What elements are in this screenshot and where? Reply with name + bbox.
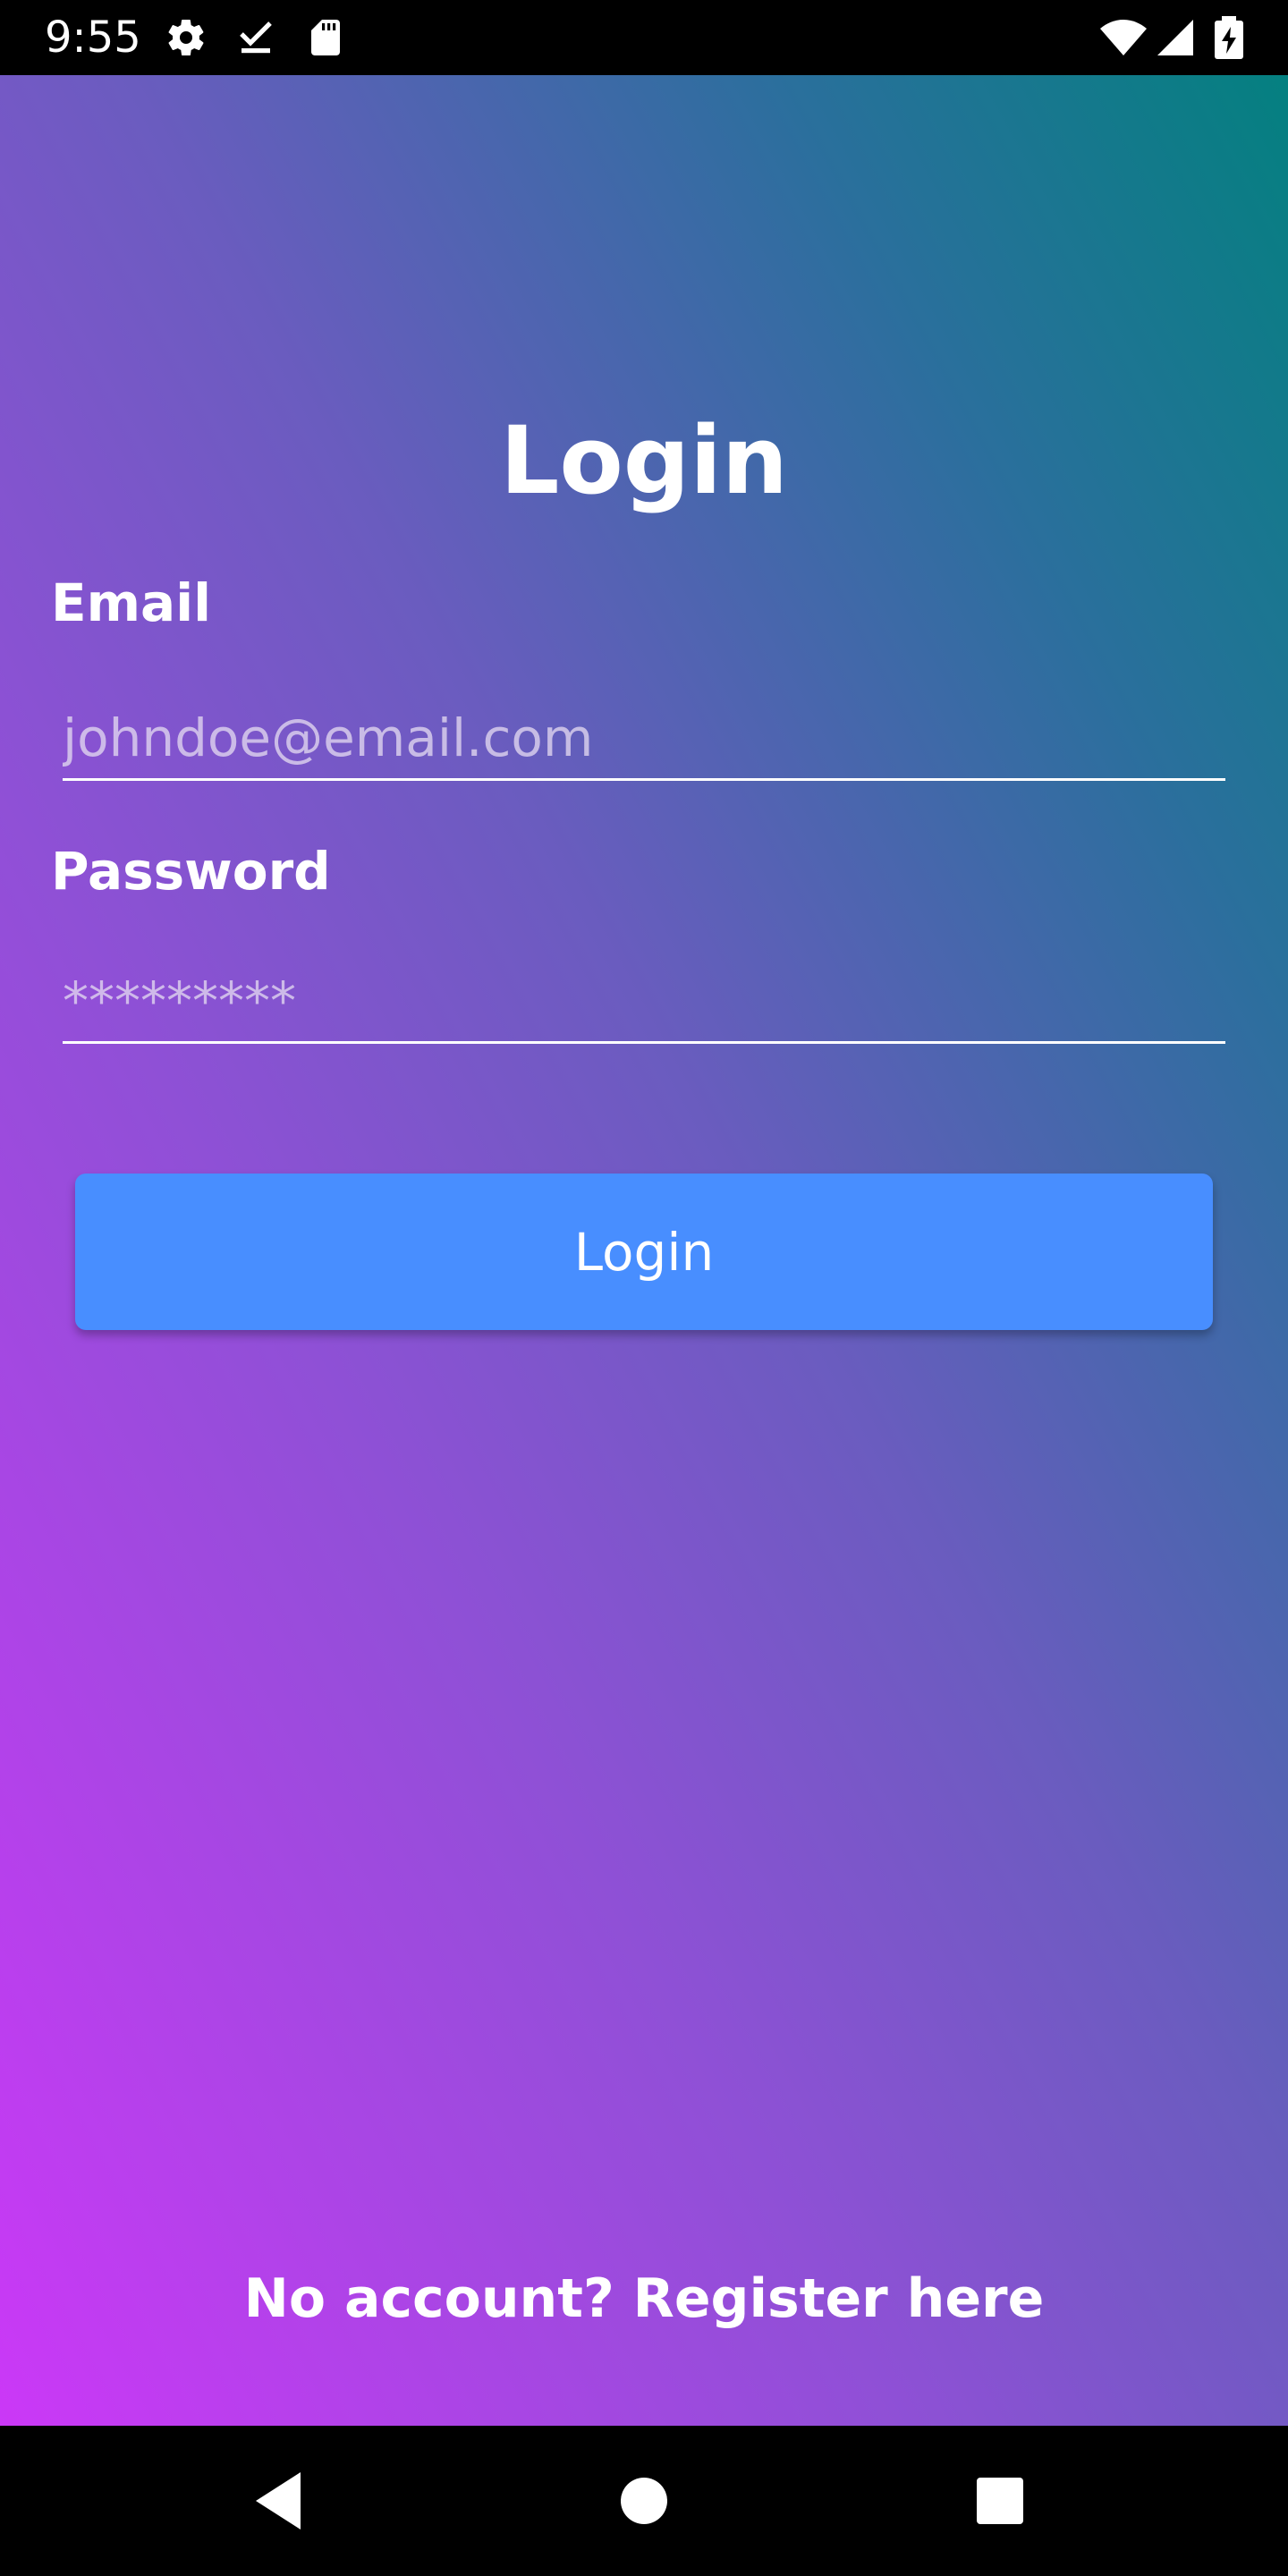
login-screen: 9:55 Login Email Password Login No accou… [0,0,1288,2576]
status-bar: 9:55 [0,0,1288,75]
password-label: Password [51,841,331,902]
page-title: Login [500,406,788,515]
wifi-icon [1098,16,1148,59]
cell-signal-icon [1154,16,1197,59]
gear-icon [165,16,208,59]
home-icon[interactable] [608,2465,680,2537]
recents-icon[interactable] [964,2465,1036,2537]
email-label: Email [51,572,211,633]
status-time: 9:55 [45,13,141,63]
sd-card-icon [304,16,347,59]
email-field[interactable] [63,698,1225,781]
battery-charging-icon [1213,16,1245,59]
password-field[interactable] [63,961,1225,1044]
login-form: Login Email Password Login No account? R… [0,75,1288,2426]
back-icon[interactable] [247,2465,318,2537]
download-done-icon [234,16,277,59]
login-button[interactable]: Login [75,1174,1213,1330]
navigation-bar [0,2426,1288,2576]
register-link[interactable]: No account? Register here [0,2263,1288,2334]
